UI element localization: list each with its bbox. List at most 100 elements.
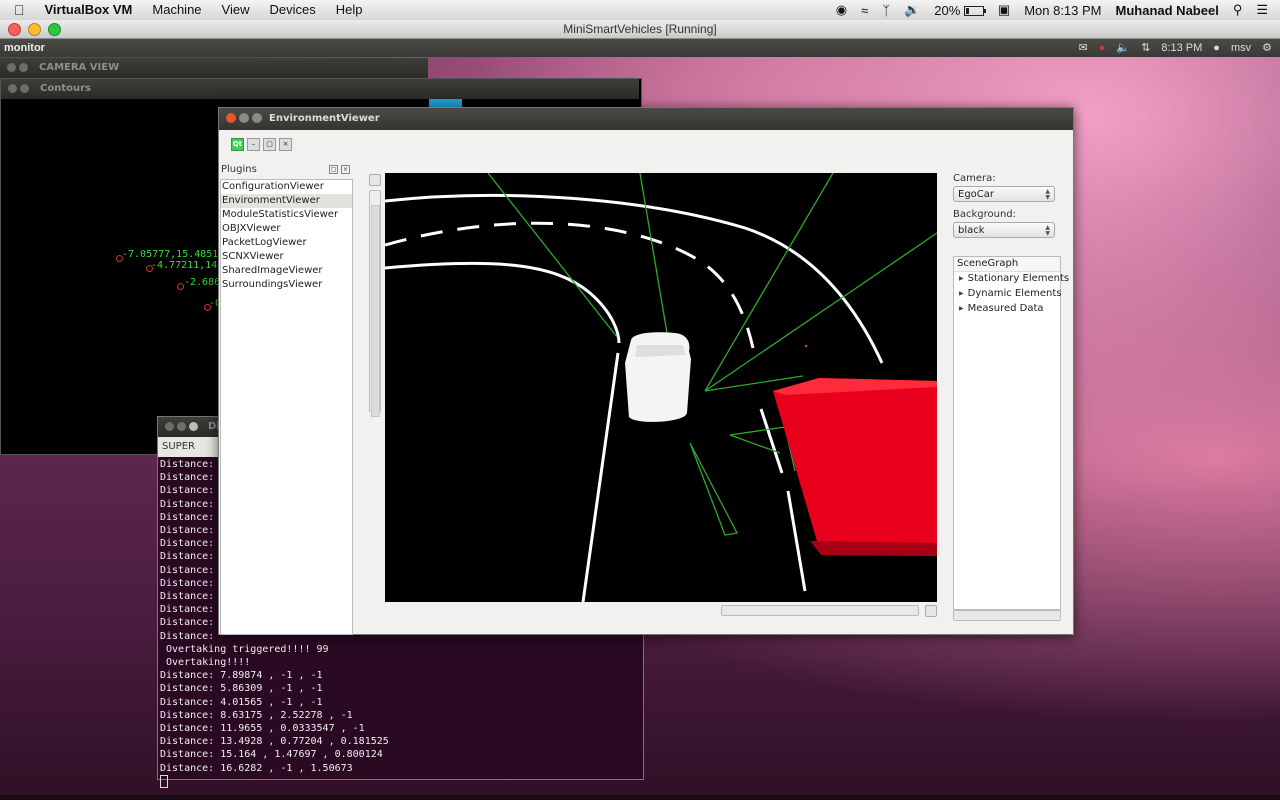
scenegraph-header: SceneGraph xyxy=(954,257,1060,272)
toolbar-button[interactable]: ▢ xyxy=(263,138,276,151)
maximize-icon[interactable] xyxy=(252,113,262,123)
tree-item-stationary[interactable]: ▶ Stationary Elements xyxy=(954,272,1069,287)
plugin-item[interactable]: OBJXViewer xyxy=(221,222,352,236)
close-icon[interactable] xyxy=(8,84,17,93)
minimize-icon[interactable] xyxy=(177,422,186,431)
vertical-scrollbar[interactable] xyxy=(369,190,381,417)
contours-title: Contours xyxy=(40,83,91,94)
contour-point xyxy=(177,283,184,290)
volume-icon[interactable]: 🔈 xyxy=(1116,39,1130,57)
plugin-item-selected[interactable]: EnvironmentViewer xyxy=(221,194,352,208)
tree-item-dynamic[interactable]: ▶ Dynamic Elements xyxy=(954,287,1062,302)
user-icon: ● xyxy=(1213,42,1220,54)
menubar-clock[interactable]: Mon 8:13 PM xyxy=(1024,3,1101,18)
background-select[interactable]: black ▲ ▼ xyxy=(953,222,1055,238)
battery-status[interactable]: 20% xyxy=(934,3,986,18)
camera-select[interactable]: EgoCar ▲ ▼ xyxy=(953,186,1055,202)
maximize-icon[interactable] xyxy=(189,422,198,431)
close-icon[interactable] xyxy=(226,113,236,123)
network-transfer-icon[interactable]: ⇅ xyxy=(1141,39,1150,57)
terminal-line: Overtaking!!!! xyxy=(160,657,251,669)
plugin-item[interactable]: ConfigurationViewer xyxy=(221,180,352,194)
session-gear-icon[interactable]: ⚙ xyxy=(1262,39,1272,57)
lane-marking-inner xyxy=(385,261,621,344)
minimize-icon[interactable] xyxy=(239,113,249,123)
terminal-line: Distance: 5.86309 , -1 , -1 xyxy=(160,683,323,695)
terminal-line: Distance: 16.6282 , -1 , 1.50673 xyxy=(160,762,353,774)
spotlight-icon[interactable]: ⚲ xyxy=(1233,2,1243,18)
panel-user[interactable]: msv xyxy=(1231,39,1251,57)
updown-arrow-icon: ▲ ▼ xyxy=(1045,188,1050,201)
contour-label: -4.77211,14 xyxy=(151,260,218,271)
plugin-item[interactable]: SCNXViewer xyxy=(221,250,352,264)
plugin-item[interactable]: SurroundingsViewer xyxy=(221,278,352,292)
panel-app-name[interactable]: monitor xyxy=(4,39,45,57)
terminal-line: Overtaking triggered!!!! 99 xyxy=(160,643,329,655)
volume-icon[interactable]: 🔉 xyxy=(904,2,920,18)
close-panel-icon[interactable]: × xyxy=(341,165,350,174)
updown-arrow-icon: ▲ ▼ xyxy=(1045,224,1050,237)
minimize-window-icon[interactable] xyxy=(28,23,41,36)
environment-viewer-titlebar[interactable]: EnvironmentViewer xyxy=(219,108,1073,130)
battery-icon xyxy=(963,6,986,17)
network-icon[interactable]: ◉ xyxy=(836,2,847,18)
3d-viewport[interactable] xyxy=(385,173,937,602)
menu-app-name[interactable]: VirtualBox VM xyxy=(45,2,133,18)
camera-view-title: CAMERA VIEW xyxy=(39,62,120,73)
minimize-icon[interactable] xyxy=(20,84,29,93)
wifi-icon[interactable]: ≈ xyxy=(861,3,868,18)
camera-label: Camera: xyxy=(953,173,996,184)
bluetooth-icon[interactable]: ᛉ xyxy=(882,3,890,18)
terminal-line: Distance: 13.4928 , 0.77204 , 0.181525 xyxy=(160,736,389,748)
tree-item-label: Stationary Elements xyxy=(967,273,1070,284)
close-window-icon[interactable] xyxy=(8,23,21,36)
contour-label: -2.686 xyxy=(184,277,221,288)
indicator-icon[interactable]: ● xyxy=(1099,39,1106,57)
plugin-item[interactable]: ModuleStatisticsViewer xyxy=(221,208,352,222)
display-icon[interactable]: ▣ xyxy=(998,2,1010,18)
plugin-item[interactable]: PacketLogViewer xyxy=(221,236,352,250)
measured-point xyxy=(804,344,808,348)
minimize-icon[interactable] xyxy=(19,63,28,72)
expand-arrow-icon[interactable]: ▶ xyxy=(959,272,964,286)
ego-car xyxy=(625,332,691,422)
terminal-tab[interactable]: SUPER xyxy=(162,441,195,452)
terminal-line: Distance: 4.01565 , -1 , -1 xyxy=(160,696,323,708)
qt-icon[interactable]: Qt xyxy=(231,138,244,151)
mac-menubar:  VirtualBox VM Machine View Devices Hel… xyxy=(0,0,1280,21)
contours-titlebar[interactable]: Contours xyxy=(1,79,639,99)
close-icon[interactable] xyxy=(7,63,16,72)
menubar-user[interactable]: Muhanad Nabeel xyxy=(1116,3,1219,18)
zoom-window-icon[interactable] xyxy=(48,23,61,36)
background-label: Background: xyxy=(953,209,1017,220)
panel-clock[interactable]: 8:13 PM xyxy=(1161,39,1202,57)
tree-item-measured[interactable]: ▶ Measured Data xyxy=(954,302,1060,317)
scroll-top-button[interactable] xyxy=(369,174,381,186)
scroll-corner-button[interactable] xyxy=(925,605,937,617)
float-panel-icon[interactable]: ▢ xyxy=(329,165,338,174)
scenegraph-tree[interactable]: SceneGraph ▶ Stationary Elements ▶ Dynamic… xyxy=(953,256,1069,610)
expand-arrow-icon[interactable]: ▶ xyxy=(959,287,964,301)
camera-view-window[interactable]: CAMERA VIEW xyxy=(0,58,428,78)
tree-item-label: Measured Data xyxy=(967,303,1044,314)
vbox-title: MiniSmartVehicles [Running] xyxy=(563,22,717,36)
vbox-titlebar: MiniSmartVehicles [Running] xyxy=(0,20,1280,39)
toolbar-button[interactable]: – xyxy=(247,138,260,151)
scenegraph-horizontal-scrollbar[interactable] xyxy=(953,610,1061,621)
menu-devices[interactable]: Devices xyxy=(269,2,315,18)
menu-machine[interactable]: Machine xyxy=(152,2,201,18)
menu-view[interactable]: View xyxy=(222,2,250,18)
close-icon[interactable] xyxy=(165,422,174,431)
horizontal-scrollbar[interactable] xyxy=(721,605,919,616)
lane-marking-dashed xyxy=(385,221,755,349)
plugin-item[interactable]: SharedImageViewer xyxy=(221,264,352,278)
expand-arrow-icon[interactable]: ▶ xyxy=(959,302,964,316)
toolbar-button[interactable]: × xyxy=(279,138,292,151)
mail-icon[interactable]: ✉ xyxy=(1079,39,1088,57)
background-select-value: black xyxy=(958,225,985,236)
notifications-icon[interactable]: ☰ xyxy=(1256,2,1268,18)
toolbar: Qt – ▢ × xyxy=(231,138,292,151)
apple-icon[interactable]:  xyxy=(14,2,25,18)
menu-help[interactable]: Help xyxy=(336,2,363,18)
environment-viewer-window[interactable]: EnvironmentViewer Qt – ▢ × Plugins ▢ × Co… xyxy=(218,107,1074,635)
